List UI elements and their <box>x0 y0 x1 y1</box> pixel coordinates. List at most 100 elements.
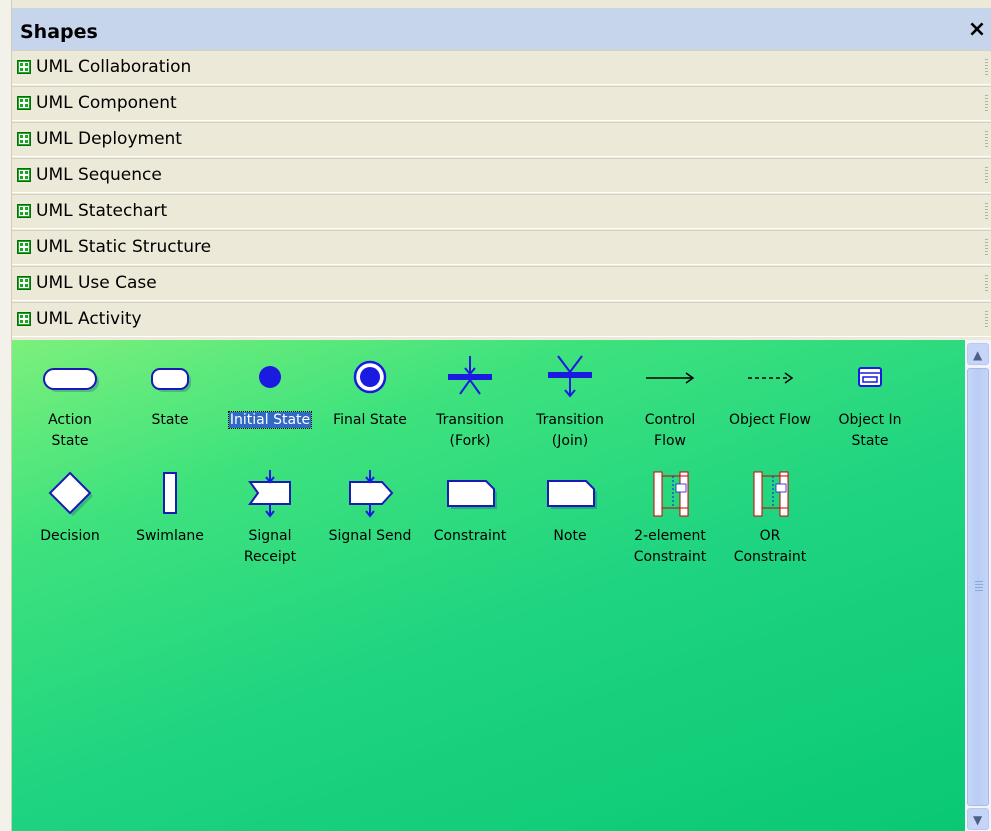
shape-label-line2: Constraint <box>633 549 707 565</box>
shape-or-constraint[interactable]: OR Constraint <box>720 468 820 588</box>
shape-2-element-constraint[interactable]: 2-element Constraint <box>620 468 720 588</box>
grip-icon <box>975 581 983 593</box>
expand-icon <box>17 60 31 74</box>
expand-icon <box>17 96 31 110</box>
shape-label: State <box>151 412 189 428</box>
shape-label: Object In <box>838 412 902 428</box>
category-uml-deployment[interactable]: UML Deployment <box>12 122 991 157</box>
initial-state-icon <box>259 366 281 388</box>
shape-action-state[interactable]: Action State <box>20 352 120 472</box>
expand-icon <box>17 132 31 146</box>
shape-constraint[interactable]: Constraint <box>420 468 520 588</box>
shape-initial-state[interactable]: Initial State <box>220 352 320 472</box>
panel-left-border <box>0 0 12 831</box>
shape-label: Swimlane <box>136 528 204 544</box>
close-button[interactable]: × <box>965 18 989 42</box>
shape-signal-receipt[interactable]: Signal Receipt <box>220 468 320 588</box>
expand-icon <box>17 168 31 182</box>
shape-swimlane[interactable]: Swimlane <box>120 468 220 588</box>
shape-object-flow[interactable]: Object Flow <box>720 352 820 472</box>
shape-label-line2: Flow <box>654 433 686 449</box>
shape-label: Final State <box>333 412 407 428</box>
shape-control-flow[interactable]: Control Flow <box>620 352 720 472</box>
shape-label-line2: Constraint <box>733 549 807 565</box>
swimlane-icon <box>163 472 177 514</box>
shape-object-in-state[interactable]: Object In State <box>820 352 920 472</box>
expand-icon <box>17 276 31 290</box>
scroll-thumb[interactable] <box>967 368 989 806</box>
grip-icon <box>985 95 988 113</box>
shape-label-line2: State <box>851 433 889 449</box>
shape-label: Constraint <box>433 528 507 544</box>
shape-label: Note <box>553 528 587 544</box>
grip-icon <box>985 131 988 149</box>
expand-icon <box>17 312 31 326</box>
category-uml-component[interactable]: UML Component <box>12 86 991 121</box>
constraint-icon <box>447 480 497 509</box>
category-uml-collaboration[interactable]: UML Collaboration <box>12 50 991 85</box>
shape-decision[interactable]: Decision <box>20 468 120 588</box>
object-flow-icon <box>748 372 794 384</box>
shape-palette: Action State State Initial State Final St… <box>12 340 965 831</box>
category-label: UML Component <box>36 93 177 113</box>
category-label: UML Deployment <box>36 129 182 149</box>
shape-label-line2: (Fork) <box>449 433 491 449</box>
category-label: UML Static Structure <box>36 237 212 257</box>
shape-label: Initial State <box>227 411 313 429</box>
signal-receipt-icon <box>248 470 291 518</box>
category-uml-activity[interactable]: UML Activity <box>12 302 991 337</box>
shape-label: Object Flow <box>728 412 811 428</box>
grip-icon <box>985 59 988 77</box>
category-uml-static-structure[interactable]: UML Static Structure <box>12 230 991 265</box>
scroll-down-button[interactable]: ▼ <box>967 808 989 830</box>
shape-final-state[interactable]: Final State <box>320 352 420 472</box>
shape-label: Signal <box>248 528 292 544</box>
two-element-constraint-icon <box>653 471 689 517</box>
shape-label: Signal Send <box>328 528 412 544</box>
panel-title: Shapes <box>20 21 98 43</box>
shape-label-line2: (Join) <box>551 433 589 449</box>
decision-icon <box>48 471 93 516</box>
or-constraint-icon <box>753 471 789 517</box>
object-in-state-icon <box>858 367 882 387</box>
shape-label-line2: State <box>51 433 89 449</box>
shape-signal-send[interactable]: Signal Send <box>320 468 420 588</box>
shape-label: OR <box>759 528 781 544</box>
category-uml-statechart[interactable]: UML Statechart <box>12 194 991 229</box>
grip-icon <box>985 239 988 257</box>
grip-icon <box>985 203 988 221</box>
category-label: UML Use Case <box>36 273 157 293</box>
grip-icon <box>985 311 988 329</box>
shape-state[interactable]: State <box>120 352 220 472</box>
join-icon <box>548 355 592 398</box>
grip-icon <box>985 167 988 185</box>
control-flow-icon <box>646 372 695 384</box>
chevron-up-icon: ▲ <box>973 348 983 362</box>
category-uml-sequence[interactable]: UML Sequence <box>12 158 991 193</box>
shape-label: Action <box>48 412 92 428</box>
vertical-scrollbar[interactable]: ▲ ▼ <box>965 340 991 831</box>
action-state-icon <box>43 368 99 392</box>
fork-icon <box>448 356 492 395</box>
shape-label: Decision <box>40 528 100 544</box>
note-icon <box>547 480 597 509</box>
expand-icon <box>17 240 31 254</box>
shape-label: Transition <box>436 412 504 428</box>
scroll-up-button[interactable]: ▲ <box>967 343 989 365</box>
final-state-icon <box>353 360 387 394</box>
category-uml-use-case[interactable]: UML Use Case <box>12 266 991 301</box>
panel-title-bar: Shapes × <box>12 8 991 50</box>
signal-send-icon <box>349 470 394 518</box>
category-label: UML Sequence <box>36 165 162 185</box>
shape-label-line2: Receipt <box>243 549 297 565</box>
category-label: UML Activity <box>36 309 142 329</box>
shape-note[interactable]: Note <box>520 468 620 588</box>
shape-label: Transition <box>536 412 604 428</box>
expand-icon <box>17 204 31 218</box>
shape-transition-join[interactable]: Transition (Join) <box>520 352 620 472</box>
chevron-down-icon: ▼ <box>973 813 983 827</box>
shape-label: 2-element <box>634 528 706 544</box>
grip-icon <box>985 275 988 293</box>
shape-transition-fork[interactable]: Transition (Fork) <box>420 352 520 472</box>
state-icon <box>151 368 191 392</box>
